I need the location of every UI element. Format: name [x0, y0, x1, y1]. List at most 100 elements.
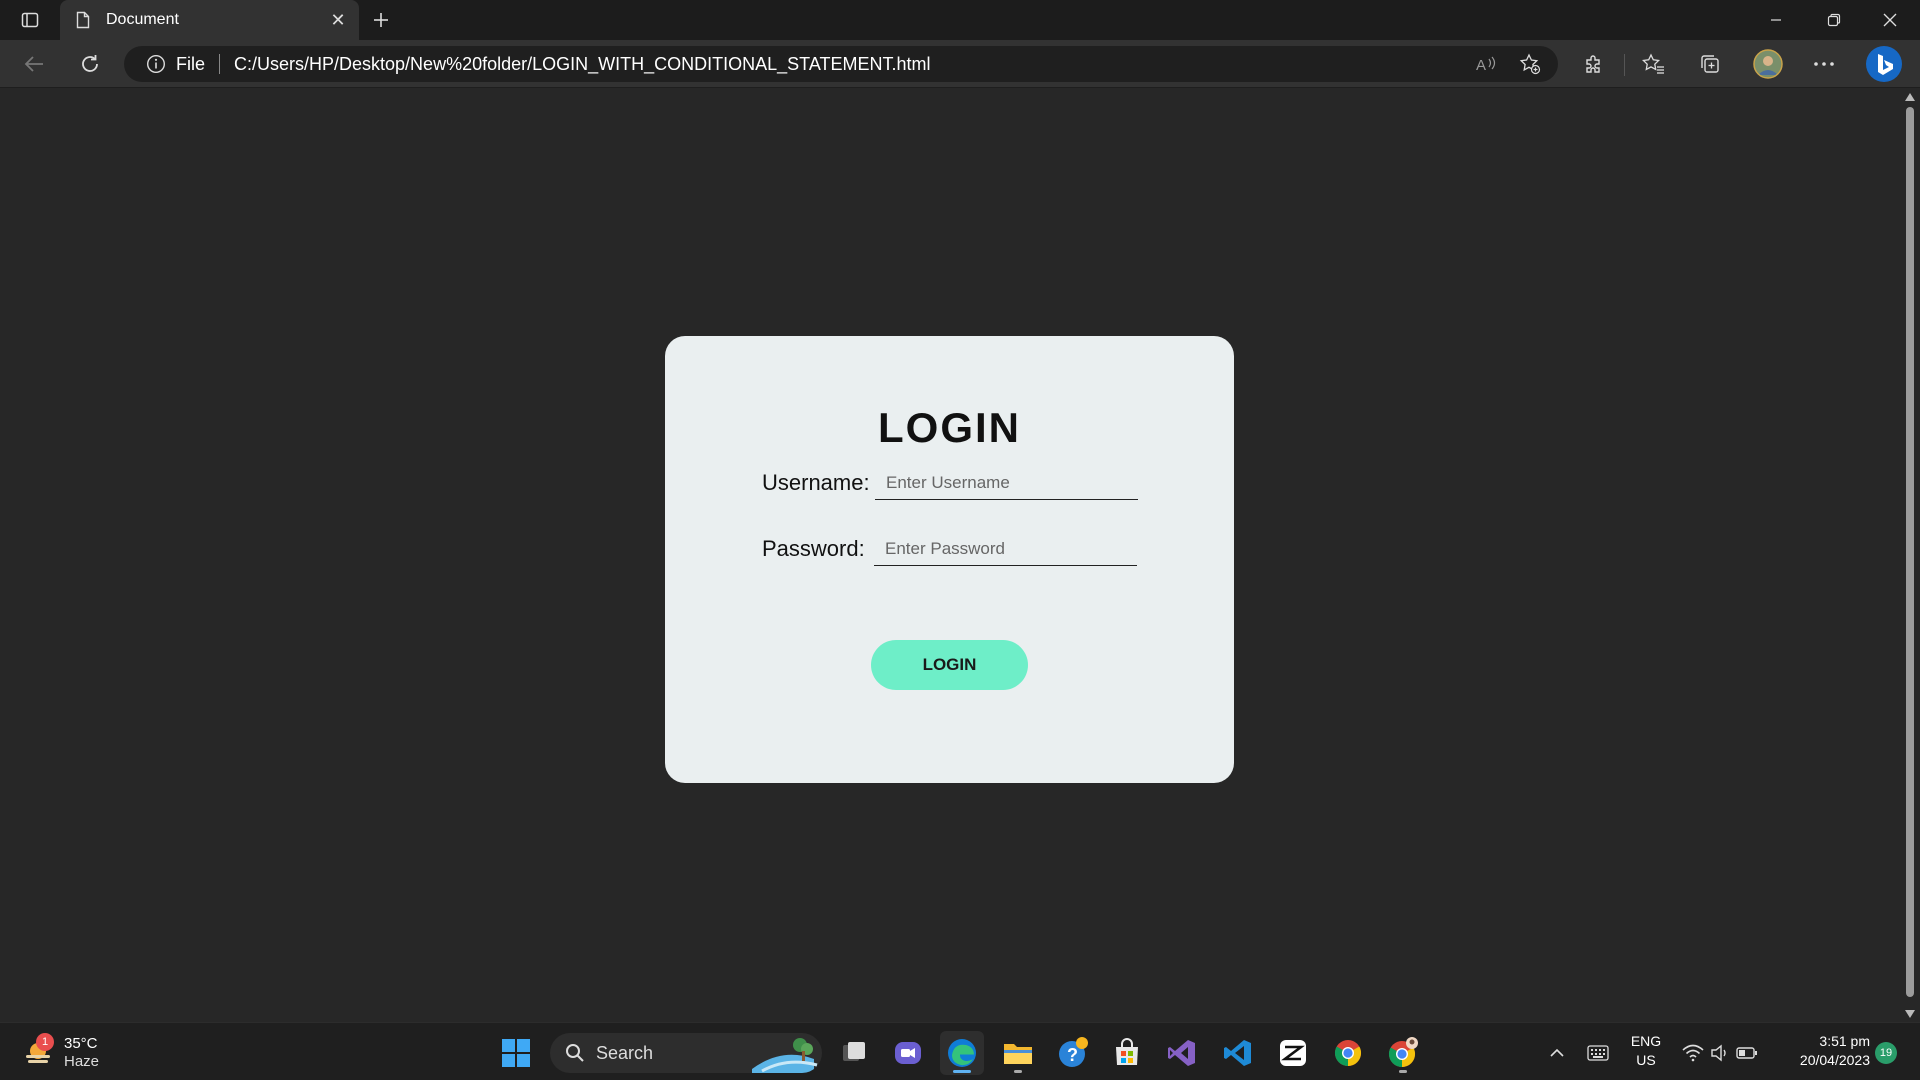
restore-icon [1827, 13, 1841, 27]
avatar [1753, 49, 1783, 79]
bing-copilot-button[interactable] [1864, 44, 1904, 84]
vscode-icon [1224, 1040, 1251, 1066]
tab-title: Document [106, 11, 179, 28]
browser-tab[interactable]: Document ✕ [60, 0, 359, 40]
help-icon: ? [1059, 1037, 1088, 1067]
extensions-button[interactable] [1576, 48, 1612, 80]
login-title: LOGIN [878, 404, 1021, 451]
visual-studio-icon [1168, 1040, 1195, 1066]
chrome-profile-icon [1388, 1037, 1418, 1068]
weather-temperature: 35°C [64, 1035, 98, 1052]
minimize-icon [1771, 19, 1781, 21]
running-app-indicator [1399, 1070, 1407, 1073]
edge-app[interactable] [940, 1031, 984, 1075]
more-icon [1814, 62, 1834, 66]
clock-time: 3:51 pm [1819, 1033, 1870, 1049]
windows-logo-icon [502, 1039, 530, 1067]
scrollbar-thumb[interactable] [1906, 107, 1914, 997]
restore-button[interactable] [1806, 0, 1862, 40]
search-label: Search [596, 1042, 654, 1063]
url-scheme-label: File [176, 53, 206, 74]
arrow-left-icon [24, 56, 43, 72]
microsoft-store-app[interactable] [1105, 1031, 1149, 1075]
quick-settings-button[interactable] [1680, 1033, 1760, 1073]
page-viewport: LOGIN Username: Password: LOGIN [0, 89, 1900, 1022]
favorites-icon [1642, 53, 1664, 74]
bing-icon [1866, 46, 1902, 82]
plus-icon [374, 13, 388, 27]
keyboard-icon [1587, 1045, 1609, 1061]
reload-icon [82, 55, 98, 72]
active-app-indicator [953, 1070, 971, 1073]
puzzle-icon [1586, 55, 1600, 73]
task-view-icon [843, 1042, 865, 1061]
clock-date: 20/04/2023 [1799, 1052, 1870, 1068]
svg-text:A: A [1476, 57, 1486, 73]
login-card: LOGIN Username: Password: LOGIN [665, 336, 1234, 783]
back-button[interactable] [16, 48, 52, 80]
search-icon [564, 1042, 586, 1064]
notification-count-badge[interactable]: 19 [1875, 1042, 1897, 1064]
settings-menu-button[interactable] [1806, 48, 1842, 80]
search-highlight-art-icon [752, 1038, 818, 1073]
tab-actions-button[interactable] [14, 6, 46, 34]
taskbar-clock[interactable]: 3:51 pm 20/04/2023 [1770, 1032, 1870, 1070]
info-icon[interactable] [146, 54, 166, 74]
teams-chat-app[interactable] [886, 1031, 930, 1075]
wifi-icon [1682, 1044, 1704, 1062]
video-chat-icon [895, 1042, 921, 1064]
browser-titlebar: Document ✕ [0, 0, 1920, 40]
vertical-scrollbar[interactable] [1900, 89, 1920, 1022]
address-separator [219, 54, 221, 74]
weather-haze-icon: 1 [22, 1033, 54, 1069]
scroll-up-arrow-icon[interactable] [1905, 93, 1915, 101]
region-code: US [1636, 1052, 1656, 1068]
task-view-button[interactable] [832, 1031, 876, 1075]
capcut-icon [1280, 1040, 1306, 1066]
weather-alert-badge: 1 [36, 1033, 54, 1051]
vscode-app[interactable] [1216, 1031, 1260, 1075]
taskbar-search[interactable]: Search [550, 1033, 822, 1073]
username-input[interactable] [875, 466, 1138, 500]
read-aloud-icon[interactable]: A [1470, 54, 1502, 74]
reload-button[interactable] [72, 48, 108, 80]
touch-keyboard-button[interactable] [1582, 1033, 1614, 1073]
password-input[interactable] [874, 532, 1137, 566]
scroll-down-arrow-icon[interactable] [1905, 1010, 1915, 1018]
edge-icon [948, 1039, 976, 1067]
tab-close-icon[interactable]: ✕ [323, 5, 353, 35]
running-app-indicator [1014, 1070, 1022, 1073]
language-code: ENG [1630, 1033, 1662, 1049]
chrome-profile-app[interactable] [1381, 1031, 1425, 1075]
close-icon [1883, 13, 1897, 27]
store-icon [1116, 1038, 1138, 1065]
address-bar[interactable]: File C:/Users/HP/Desktop/New%20folder/LO… [124, 46, 1558, 82]
windows-taskbar: 1 35°C Haze Search ? ENG US 3:51 pm 20/0… [0, 1022, 1920, 1080]
visual-studio-app[interactable] [1160, 1031, 1204, 1075]
close-window-button[interactable] [1862, 0, 1918, 40]
capcut-app[interactable] [1271, 1031, 1315, 1075]
weather-condition: Haze [64, 1053, 100, 1070]
chevron-up-icon [1550, 1048, 1564, 1057]
url-text[interactable]: C:/Users/HP/Desktop/New%20folder/LOGIN_W… [234, 54, 931, 75]
add-favorite-icon[interactable] [1514, 53, 1546, 75]
file-explorer-app[interactable] [996, 1031, 1040, 1075]
start-button[interactable] [494, 1031, 538, 1075]
folder-icon [1004, 1044, 1032, 1064]
document-icon [74, 11, 92, 29]
get-help-app[interactable]: ? [1051, 1031, 1095, 1075]
weather-widget[interactable]: 1 35°C Haze [22, 1031, 99, 1075]
chrome-app[interactable] [1326, 1031, 1370, 1075]
minimize-button[interactable] [1748, 0, 1804, 40]
favorites-button[interactable] [1636, 48, 1672, 80]
volume-icon [1711, 1044, 1726, 1062]
input-language-indicator[interactable]: ENG US [1626, 1032, 1666, 1070]
chrome-icon [1334, 1040, 1362, 1067]
login-button[interactable]: LOGIN [871, 640, 1028, 690]
new-tab-button[interactable] [364, 4, 398, 36]
collections-button[interactable] [1692, 48, 1728, 80]
svg-text:?: ? [1067, 1045, 1078, 1065]
tab-actions-icon [21, 12, 39, 28]
profile-button[interactable] [1750, 48, 1786, 80]
show-hidden-icons-button[interactable] [1542, 1033, 1572, 1073]
